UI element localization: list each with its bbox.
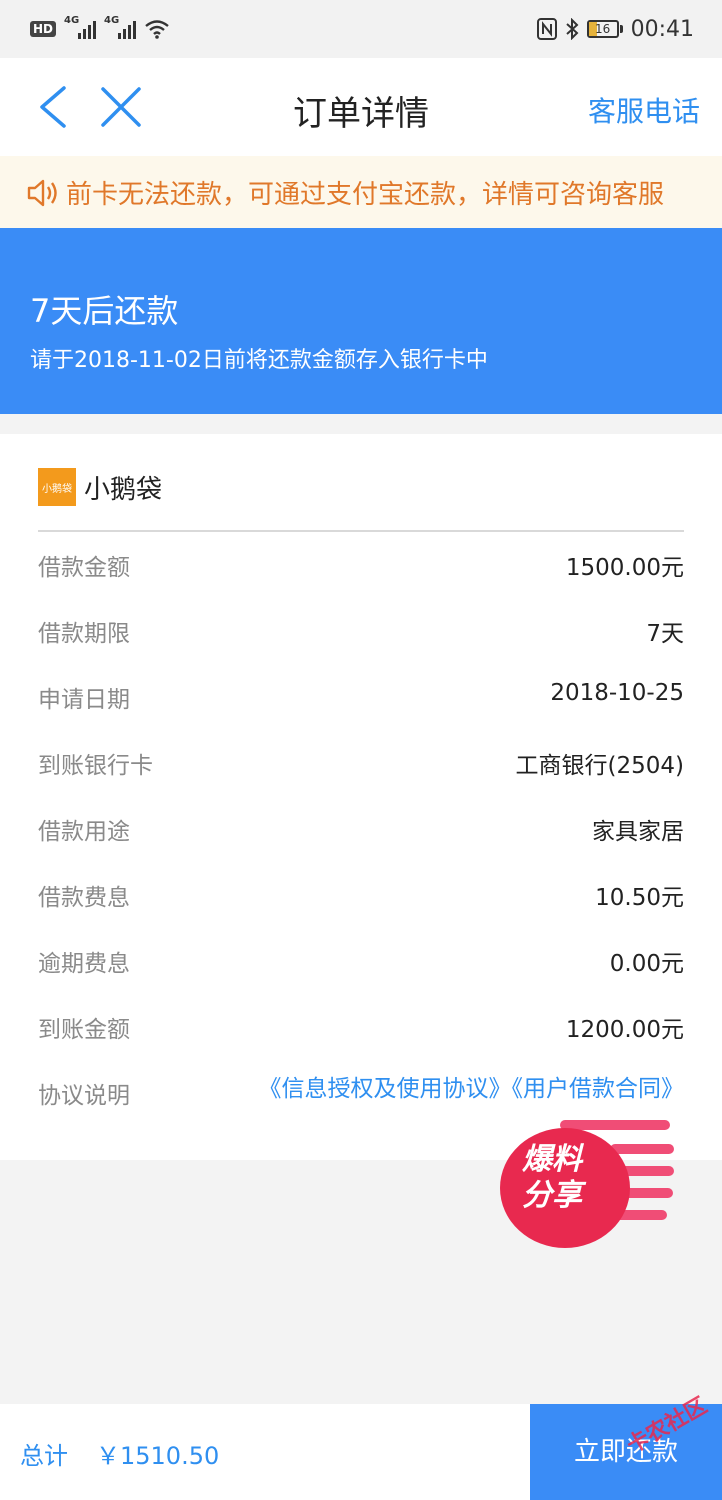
detail-row-loan-term: 借款期限 7天 bbox=[38, 596, 684, 662]
status-bar: HD 4G 4G 16 00:41 bbox=[0, 0, 722, 58]
speaker-icon bbox=[27, 179, 57, 207]
repayment-banner: 7天后还款 请于2018-11-02日前将还款金额存入银行卡中 bbox=[0, 228, 722, 414]
network-type-1: 4G bbox=[64, 15, 80, 26]
product-name: 小鹅袋 bbox=[84, 474, 163, 505]
notice-bar: 前卡无法还款，可通过支付宝还款，详情可咨询客服 bbox=[0, 156, 722, 228]
detail-label: 申请日期 bbox=[38, 687, 130, 713]
detail-label: 协议说明 bbox=[38, 1083, 130, 1109]
detail-label: 到账金额 bbox=[38, 1017, 130, 1043]
signal-icon-2: 4G bbox=[104, 15, 137, 39]
status-left: HD 4G 4G bbox=[30, 15, 170, 39]
detail-value: 1200.00元 bbox=[565, 1017, 684, 1043]
battery-icon: 16 bbox=[586, 20, 623, 38]
status-right: 16 00:41 bbox=[536, 16, 694, 42]
detail-label: 借款用途 bbox=[38, 819, 130, 845]
nfc-icon bbox=[536, 18, 557, 40]
detail-row-loan-fee: 借款费息 10.50元 bbox=[38, 860, 684, 926]
notice-text: 前卡无法还款，可通过支付宝还款，详情可咨询客服 bbox=[66, 180, 665, 210]
sticker-line-2: 分享 bbox=[522, 1178, 582, 1213]
detail-row-bank-card: 到账银行卡 工商银行(2504) bbox=[38, 728, 684, 794]
total-amount: ￥1510.50 bbox=[96, 1442, 220, 1470]
detail-row-overdue-fee: 逾期费息 0.00元 bbox=[38, 926, 684, 992]
detail-value: 1500.00元 bbox=[565, 555, 684, 581]
wifi-icon bbox=[145, 20, 169, 39]
clock: 00:41 bbox=[630, 16, 694, 42]
sticker-line-1: 爆料 bbox=[522, 1142, 582, 1177]
detail-label: 到账银行卡 bbox=[38, 753, 153, 779]
detail-label: 借款期限 bbox=[38, 621, 130, 647]
nav-bar: 订单详情 客服电话 bbox=[0, 58, 722, 156]
banner-title: 7天后还款 bbox=[30, 292, 179, 330]
share-sticker[interactable]: 爆料 分享 bbox=[500, 1108, 680, 1248]
banner-subtitle: 请于2018-11-02日前将还款金额存入银行卡中 bbox=[30, 348, 488, 373]
product-brand: 小鹅袋 小鹅袋 bbox=[38, 468, 162, 506]
bottom-bar: 总计 ￥1510.50 立即还款 bbox=[0, 1404, 722, 1500]
detail-label: 借款费息 bbox=[38, 885, 130, 911]
detail-value: 0.00元 bbox=[609, 951, 684, 977]
agreement-links[interactable]: 《信息授权及使用协议》《用户借款合同》 bbox=[244, 1074, 685, 1104]
battery-level: 16 bbox=[594, 22, 611, 36]
detail-row-received-amount: 到账金额 1200.00元 bbox=[38, 992, 684, 1058]
signal-icon: 4G bbox=[64, 15, 97, 39]
detail-label: 逾期费息 bbox=[38, 951, 130, 977]
detail-row-loan-amount: 借款金额 1500.00元 bbox=[38, 530, 684, 596]
detail-value: 家具家居 bbox=[592, 819, 684, 845]
detail-row-apply-date: 申请日期 2018-10-25 bbox=[38, 662, 684, 728]
order-details-card: 小鹅袋 小鹅袋 借款金额 1500.00元 借款期限 7天 申请日期 2018-… bbox=[0, 434, 722, 1160]
detail-value: 工商银行(2504) bbox=[515, 753, 684, 779]
bluetooth-icon bbox=[565, 18, 579, 40]
detail-row-loan-purpose: 借款用途 家具家居 bbox=[38, 794, 684, 860]
detail-list: 借款金额 1500.00元 借款期限 7天 申请日期 2018-10-25 到账… bbox=[38, 530, 684, 1124]
sticker-text: 爆料 分享 bbox=[522, 1142, 582, 1214]
detail-value: 10.50元 bbox=[595, 885, 684, 911]
customer-service-link[interactable]: 客服电话 bbox=[588, 90, 700, 130]
detail-value: 2018-10-25 bbox=[550, 680, 684, 706]
hd-badge: HD bbox=[30, 21, 57, 37]
product-logo: 小鹅袋 bbox=[38, 468, 76, 506]
network-type-2: 4G bbox=[104, 15, 120, 26]
detail-value: 7天 bbox=[646, 621, 684, 647]
total-label: 总计 bbox=[20, 1442, 68, 1470]
detail-label: 借款金额 bbox=[38, 555, 130, 581]
